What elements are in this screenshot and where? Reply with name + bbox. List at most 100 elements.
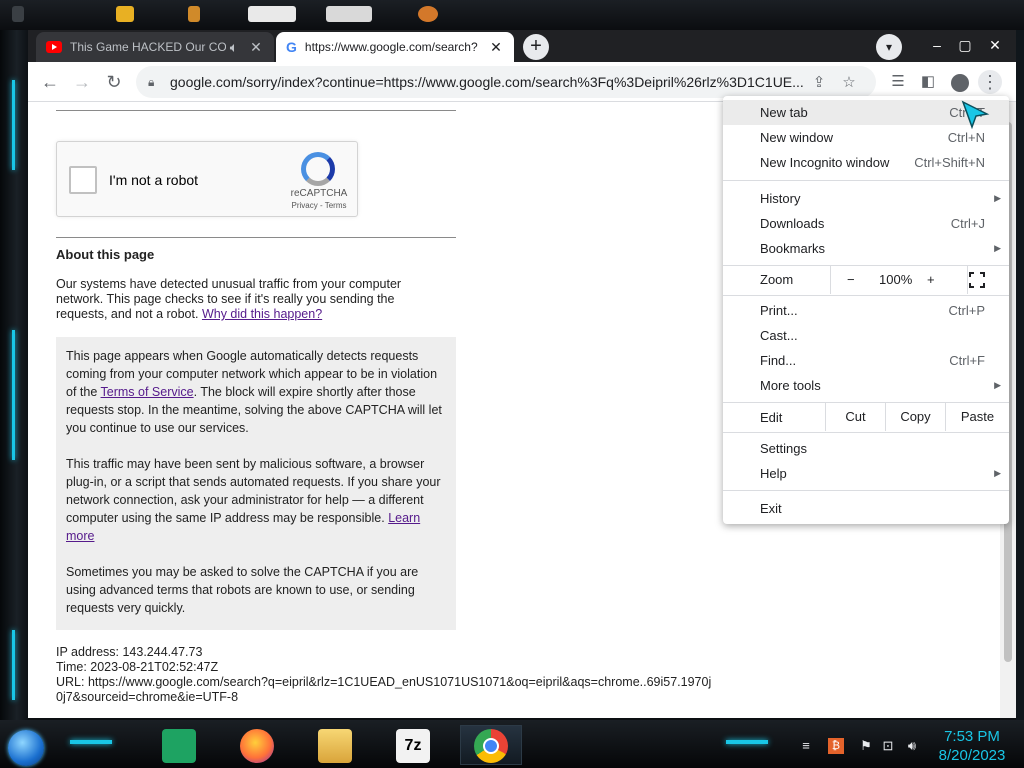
menu-label: Bookmarks (760, 241, 826, 256)
desktop-app-icon[interactable] (116, 6, 134, 22)
chrome-icon[interactable] (474, 729, 508, 763)
tray-menu-icon[interactable]: ≡ (798, 738, 814, 754)
submenu-arrow-icon: ▶ (994, 193, 1001, 203)
menu-label: Settings (760, 441, 807, 456)
clock-date: 8/20/2023 (938, 747, 1006, 764)
menu-shortcut: Ctrl+F (949, 353, 985, 368)
start-orb-icon[interactable] (8, 730, 44, 766)
chrome-main-menu: New tab Ctrl+T New window Ctrl+N New Inc… (723, 96, 1009, 524)
network-icon[interactable]: ⊡ (880, 738, 896, 754)
desktop-app-icon[interactable] (326, 6, 372, 22)
terms-of-service-link[interactable]: Terms of Service (101, 385, 194, 399)
forward-button[interactable]: → (70, 70, 94, 94)
desktop-top-bar (0, 0, 1024, 30)
lock-icon[interactable]: 🔒︎ (148, 75, 160, 90)
desktop-right-border (1016, 30, 1024, 720)
info-box: This page appears when Google automatica… (56, 337, 456, 630)
file-explorer-icon[interactable] (318, 729, 352, 763)
desktop-app-icon[interactable] (418, 6, 438, 22)
privacy-link[interactable]: Privacy (292, 201, 318, 210)
menu-item-print[interactable]: Print... Ctrl+P (723, 298, 1009, 323)
menu-item-cast[interactable]: Cast... (723, 323, 1009, 348)
theme-glow-line (70, 740, 112, 744)
zoom-out-button[interactable]: − (847, 272, 855, 287)
why-link[interactable]: Why did this happen? (202, 307, 322, 321)
menu-item-bookmarks[interactable]: Bookmarks ▶ (723, 236, 1009, 261)
menu-separator (723, 432, 1009, 433)
taskbar: 7z ≡ ₿ ⚑ ⊡ 🔊︎ 7:53 PM 8/20/2023 (0, 720, 1024, 768)
desktop-app-icon[interactable] (248, 6, 296, 22)
address-bar[interactable]: 🔒︎ google.com/sorry/index?continue=https… (136, 66, 876, 98)
reload-button[interactable]: ↻ (102, 70, 126, 94)
bookmark-star-icon[interactable]: ☆ (834, 73, 864, 91)
minimize-button[interactable]: – (926, 34, 948, 56)
submenu-arrow-icon: ▶ (994, 468, 1001, 478)
info-paragraph: This page appears when Google automatica… (66, 347, 446, 437)
divider (56, 237, 456, 238)
submenu-arrow-icon: ▶ (994, 243, 1001, 253)
google-icon: G (286, 39, 297, 55)
menu-shortcut: Ctrl+P (948, 303, 985, 318)
mouse-cursor-icon (961, 100, 990, 130)
side-panel-icon[interactable]: ◧ (916, 70, 940, 94)
recaptcha-checkbox[interactable] (69, 166, 97, 194)
terms-link[interactable]: Terms (325, 201, 347, 210)
close-tab-icon[interactable]: ✕ (248, 39, 264, 56)
close-window-button[interactable]: ✕ (984, 34, 1006, 56)
7zip-icon[interactable]: 7z (396, 729, 430, 763)
copy-button[interactable]: Copy (885, 403, 945, 431)
cut-button[interactable]: Cut (825, 403, 885, 431)
back-button[interactable]: ← (38, 70, 62, 94)
firefox-icon[interactable] (240, 729, 274, 763)
tray-app-icon[interactable]: ₿ (828, 738, 844, 754)
theme-glow-line (12, 630, 15, 700)
address-url[interactable]: google.com/sorry/index?continue=https://… (170, 74, 804, 90)
menu-item-history[interactable]: History ▶ (723, 186, 1009, 211)
menu-item-downloads[interactable]: Downloads Ctrl+J (723, 211, 1009, 236)
system-clock[interactable]: 7:53 PM 8/20/2023 (928, 727, 1016, 765)
reading-list-icon[interactable]: ☰ (886, 70, 910, 94)
divider (56, 110, 456, 111)
volume-icon[interactable]: 🔊︎ (904, 738, 920, 754)
menu-label: Downloads (760, 216, 825, 231)
notes-app-icon[interactable] (162, 729, 196, 763)
tab-search-button[interactable]: ▾ (876, 34, 902, 60)
menu-edit-row: Edit Cut Copy Paste (723, 403, 1009, 431)
profile-avatar-icon[interactable] (948, 70, 972, 94)
close-tab-icon[interactable]: ✕ (488, 39, 504, 56)
tab-google-search[interactable]: G https://www.google.com/search? ✕ (276, 32, 514, 62)
paste-button[interactable]: Paste (945, 403, 1009, 431)
menu-shortcut: Ctrl+J (950, 216, 985, 231)
share-icon[interactable]: ⇪ (804, 73, 834, 91)
menu-separator (723, 180, 1009, 181)
menu-item-more-tools[interactable]: More tools ▶ (723, 373, 1009, 398)
fullscreen-icon[interactable] (967, 270, 987, 290)
desktop-app-icon[interactable] (12, 6, 24, 22)
menu-item-incognito[interactable]: New Incognito window Ctrl+Shift+N (723, 150, 1009, 175)
recaptcha-widget: I'm not a robot reCAPTCHA Privacy - Term… (56, 141, 358, 217)
theme-glow-line (12, 330, 15, 460)
menu-item-exit[interactable]: Exit (723, 496, 1009, 521)
menu-label: Exit (760, 501, 782, 516)
menu-item-find[interactable]: Find... Ctrl+F (723, 348, 1009, 373)
info-text: This traffic may have been sent by malic… (66, 457, 441, 525)
new-tab-button[interactable]: + (523, 34, 549, 60)
desktop-app-icon[interactable] (188, 6, 200, 22)
info-paragraph: This traffic may have been sent by malic… (66, 455, 446, 545)
recaptcha-label: I'm not a robot (109, 172, 199, 188)
chrome-menu-button[interactable]: ⋮ (978, 70, 1002, 94)
youtube-icon (46, 41, 62, 53)
recaptcha-brand: reCAPTCHA (290, 188, 348, 199)
menu-item-help[interactable]: Help ▶ (723, 461, 1009, 486)
tray-flag-icon[interactable]: ⚑ (858, 738, 874, 754)
tab-youtube[interactable]: This Game HACKED Our COM 🔈︎ ✕ (36, 32, 274, 62)
menu-item-settings[interactable]: Settings (723, 436, 1009, 461)
zoom-in-button[interactable]: + (927, 272, 935, 287)
speaker-icon[interactable]: 🔈︎ (226, 39, 242, 56)
tab-title: https://www.google.com/search? (304, 40, 478, 54)
theme-glow-line (726, 740, 768, 744)
recaptcha-logo-icon (301, 152, 335, 186)
maximize-button[interactable]: ▢ (954, 34, 976, 56)
tab-title: This Game HACKED Our COM (70, 40, 226, 54)
menu-label: History (760, 191, 801, 206)
